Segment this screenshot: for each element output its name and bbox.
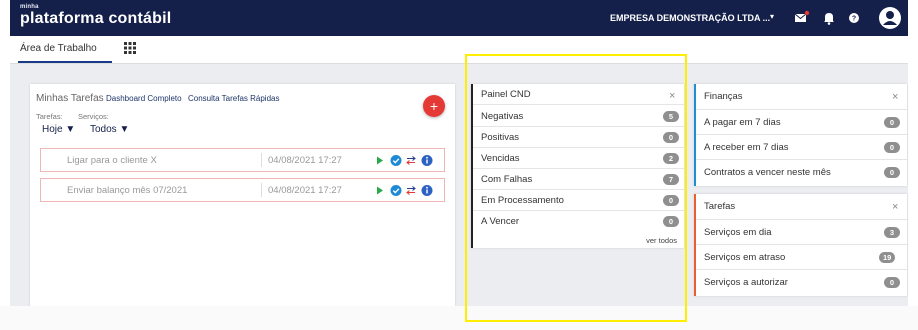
task-name: Ligar para o cliente X bbox=[67, 155, 157, 166]
count-badge: 3 bbox=[884, 227, 900, 238]
widget-title: Minhas Tarefas bbox=[36, 93, 104, 104]
servicos-filter-label: Serviços: bbox=[78, 112, 109, 121]
list-item[interactable]: A pagar em 7 dias 0 bbox=[696, 110, 907, 135]
row-label: Contratos a vencer neste mês bbox=[704, 167, 831, 178]
servicos-filter-dropdown[interactable]: Todos ▼ bbox=[90, 124, 129, 135]
active-tab-indicator bbox=[18, 61, 112, 63]
list-item[interactable]: Contratos a vencer neste mês 0 bbox=[696, 160, 907, 185]
widget-title: Finanças bbox=[704, 91, 743, 102]
count-badge: 0 bbox=[884, 167, 900, 178]
row-label: A receber em 7 dias bbox=[704, 142, 789, 153]
widget-title: Tarefas bbox=[704, 201, 736, 212]
tab-area-de-trabalho[interactable]: Área de Trabalho bbox=[20, 43, 97, 54]
check-circle-icon[interactable] bbox=[390, 155, 402, 166]
company-selector[interactable]: EMPRESA DEMONSTRAÇÃO LTDA ... bbox=[610, 13, 770, 23]
list-item[interactable]: Serviços em atraso 19 bbox=[696, 245, 907, 270]
play-icon[interactable] bbox=[377, 186, 383, 195]
help-icon[interactable]: ? bbox=[844, 8, 864, 28]
widget-header: Finanças × bbox=[696, 84, 907, 110]
consulta-tarefas-link[interactable]: Consulta Tarefas Rápidas bbox=[188, 94, 279, 103]
task-actions bbox=[366, 153, 441, 168]
play-icon[interactable] bbox=[377, 156, 383, 165]
grid-menu-icon[interactable] bbox=[123, 41, 137, 58]
page-bottom-edge bbox=[0, 306, 918, 330]
count-badge: 0 bbox=[884, 117, 900, 128]
widget-header: Tarefas × bbox=[696, 194, 907, 220]
tarefas-filter-dropdown[interactable]: Hoje ▼ bbox=[42, 124, 75, 135]
row-label: A pagar em 7 dias bbox=[704, 117, 781, 128]
svg-text:?: ? bbox=[852, 16, 856, 23]
transfer-icon[interactable] bbox=[406, 156, 416, 165]
minhas-tarefas-widget: Minhas Tarefas Dashboard Completo Consul… bbox=[30, 84, 455, 310]
row-label: Serviços a autorizar bbox=[704, 277, 788, 288]
brand-logo[interactable]: plataforma contábil bbox=[20, 10, 171, 28]
task-date: 04/08/2021 17:27 bbox=[268, 155, 342, 166]
avatar[interactable] bbox=[878, 6, 902, 30]
check-circle-icon[interactable] bbox=[390, 185, 402, 196]
divider bbox=[261, 153, 262, 167]
tab-strip: Área de Trabalho bbox=[10, 36, 908, 64]
task-actions bbox=[366, 183, 441, 198]
count-badge: 0 bbox=[884, 142, 900, 153]
tarefas-filter-label: Tarefas: bbox=[36, 112, 63, 121]
task-row[interactable]: Ligar para o cliente X 04/08/2021 17:27 bbox=[40, 148, 445, 172]
dashboard-completo-link[interactable]: Dashboard Completo bbox=[106, 94, 182, 103]
close-icon[interactable]: × bbox=[892, 91, 898, 103]
mail-icon[interactable] bbox=[791, 8, 811, 28]
task-name: Enviar balanço mês 07/2021 bbox=[67, 185, 188, 196]
highlight-box bbox=[465, 54, 687, 322]
row-label: Serviços em atraso bbox=[704, 252, 786, 263]
chevron-down-icon[interactable]: ▾ bbox=[770, 12, 774, 21]
financas-widget: Finanças × A pagar em 7 dias 0 A receber… bbox=[694, 84, 907, 186]
add-task-button[interactable]: + bbox=[423, 95, 445, 117]
count-badge: 0 bbox=[884, 277, 900, 288]
bell-icon[interactable] bbox=[819, 8, 839, 28]
top-navbar: minha plataforma contábil EMPRESA DEMONS… bbox=[10, 0, 908, 36]
divider bbox=[261, 183, 262, 197]
task-date: 04/08/2021 17:27 bbox=[268, 185, 342, 196]
tarefas-widget: Tarefas × Serviços em dia 3 Serviços em … bbox=[694, 194, 907, 296]
info-icon[interactable] bbox=[421, 155, 433, 166]
list-item[interactable]: Serviços a autorizar 0 bbox=[696, 270, 907, 295]
close-icon[interactable]: × bbox=[892, 201, 898, 213]
task-row[interactable]: Enviar balanço mês 07/2021 04/08/2021 17… bbox=[40, 178, 445, 202]
info-icon[interactable] bbox=[421, 185, 433, 196]
list-item[interactable]: A receber em 7 dias 0 bbox=[696, 135, 907, 160]
row-label: Serviços em dia bbox=[704, 227, 772, 238]
count-badge: 19 bbox=[879, 252, 896, 263]
transfer-icon[interactable] bbox=[406, 186, 416, 195]
list-item[interactable]: Serviços em dia 3 bbox=[696, 220, 907, 245]
